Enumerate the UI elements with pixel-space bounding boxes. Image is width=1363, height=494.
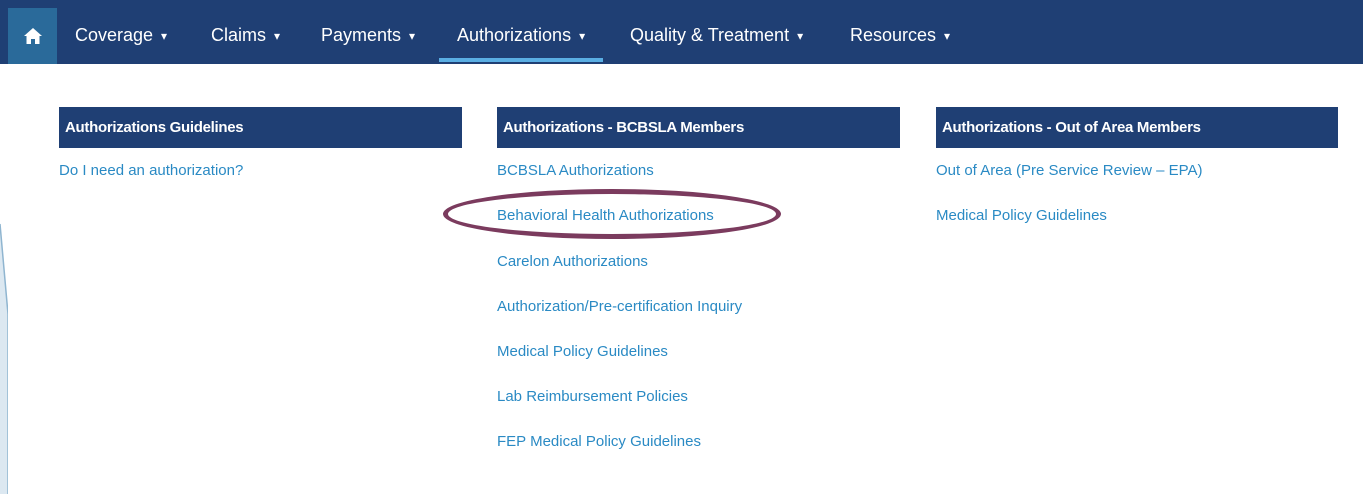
nav-coverage[interactable]: Coverage ▾ — [75, 8, 167, 62]
nav-claims[interactable]: Claims ▾ — [211, 8, 280, 62]
home-button[interactable] — [8, 8, 57, 64]
link-out-of-area-epa[interactable]: Out of Area (Pre Service Review – EPA) — [936, 161, 1203, 181]
caret-down-icon: ▾ — [409, 29, 416, 43]
caret-down-icon: ▾ — [944, 29, 951, 43]
side-decoration — [0, 64, 8, 494]
nav-payments-label: Payments — [321, 25, 402, 45]
link-fep-medical-policy-guidelines[interactable]: FEP Medical Policy Guidelines — [497, 432, 701, 452]
link-need-authorization[interactable]: Do I need an authorization? — [59, 161, 243, 181]
nav-authorizations-label: Authorizations — [457, 25, 572, 45]
nav-quality-treatment[interactable]: Quality & Treatment ▾ — [630, 8, 803, 62]
link-lab-reimbursement-policies[interactable]: Lab Reimbursement Policies — [497, 387, 688, 407]
caret-down-icon: ▾ — [797, 29, 804, 43]
caret-down-icon: ▾ — [579, 29, 586, 43]
column-heading-out-of-area: Authorizations - Out of Area Members — [936, 107, 1338, 148]
nav-quality-treatment-label: Quality & Treatment — [630, 25, 790, 45]
caret-down-icon: ▾ — [274, 29, 281, 43]
nav-resources-label: Resources — [850, 25, 937, 45]
column-heading-guidelines: Authorizations Guidelines — [59, 107, 462, 148]
nav-coverage-label: Coverage — [75, 25, 154, 45]
link-behavioral-health-authorizations[interactable]: Behavioral Health Authorizations — [497, 206, 714, 226]
link-precertification-inquiry[interactable]: Authorization/Pre-certification Inquiry — [497, 297, 742, 317]
link-bcbsla-authorizations[interactable]: BCBSLA Authorizations — [497, 161, 654, 181]
link-carelon-authorizations[interactable]: Carelon Authorizations — [497, 252, 648, 272]
link-medical-policy-guidelines[interactable]: Medical Policy Guidelines — [497, 342, 668, 362]
home-icon — [23, 28, 42, 44]
top-nav-bar: Coverage ▾ Claims ▾ Payments ▾ Authorizatio… — [0, 0, 1363, 64]
nav-resources[interactable]: Resources ▾ — [850, 8, 950, 62]
nav-payments[interactable]: Payments ▾ — [321, 8, 415, 62]
link-out-of-area-medical-policy[interactable]: Medical Policy Guidelines — [936, 206, 1107, 226]
column-heading-bcbsla-members: Authorizations - BCBSLA Members — [497, 107, 900, 148]
nav-authorizations[interactable]: Authorizations ▾ — [438, 8, 604, 62]
caret-down-icon: ▾ — [161, 29, 168, 43]
nav-claims-label: Claims — [211, 25, 267, 45]
